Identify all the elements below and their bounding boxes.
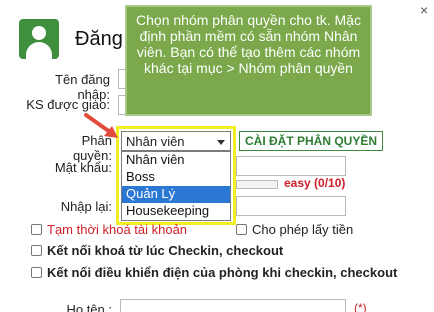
password-strength-bar xyxy=(236,180,278,189)
password-label: Mật khẩu: xyxy=(54,160,112,175)
locked-account-label: Tạm thời khoá tài khoản xyxy=(47,222,188,237)
power-control-row[interactable]: Kết nối điều khiển điện của phòng khi ch… xyxy=(31,265,397,280)
permission-settings-button[interactable]: CÀI ĐẶT PHÂN QUYỀN xyxy=(239,131,383,151)
repeat-password-label: Nhập lại: xyxy=(60,199,112,214)
repeat-password-input[interactable] xyxy=(236,196,346,216)
lock-checkin-label: Kết nối khoá từ lúc Checkin, checkout xyxy=(47,243,284,258)
user-avatar-icon xyxy=(19,19,59,59)
power-control-checkbox[interactable] xyxy=(31,267,42,278)
fullname-input[interactable] xyxy=(120,299,346,312)
highlight-box xyxy=(116,126,236,225)
password-strength-text: easy (0/10) xyxy=(284,176,346,190)
lock-checkin-row[interactable]: Kết nối khoá từ lúc Checkin, checkout xyxy=(31,243,283,258)
password-input[interactable] xyxy=(236,156,346,176)
required-marker: (*) xyxy=(354,301,367,312)
lock-checkin-checkbox[interactable] xyxy=(31,245,42,256)
instruction-callout: Chọn nhóm phân quyền cho tk. Mặc định ph… xyxy=(125,5,372,116)
power-control-label: Kết nối điều khiển điện của phòng khi ch… xyxy=(47,265,398,280)
close-icon[interactable]: × xyxy=(420,2,428,18)
assigned-hotel-label: KS được giao: xyxy=(26,97,110,112)
cash-permission-checkbox[interactable] xyxy=(236,224,247,235)
annotation-arrow-icon xyxy=(84,113,118,138)
cash-permission-row[interactable]: Cho phép lấy tiền xyxy=(236,222,353,237)
instruction-callout-text: Chọn nhóm phân quyền cho tk. Mặc định ph… xyxy=(136,12,361,76)
fullname-label: Họ tên : xyxy=(66,302,112,312)
dialog-title: Đăng xyxy=(75,28,123,50)
cash-permission-label: Cho phép lấy tiền xyxy=(252,222,354,237)
locked-account-checkbox[interactable] xyxy=(31,224,42,235)
locked-account-row[interactable]: Tạm thời khoá tài khoản xyxy=(31,222,187,237)
